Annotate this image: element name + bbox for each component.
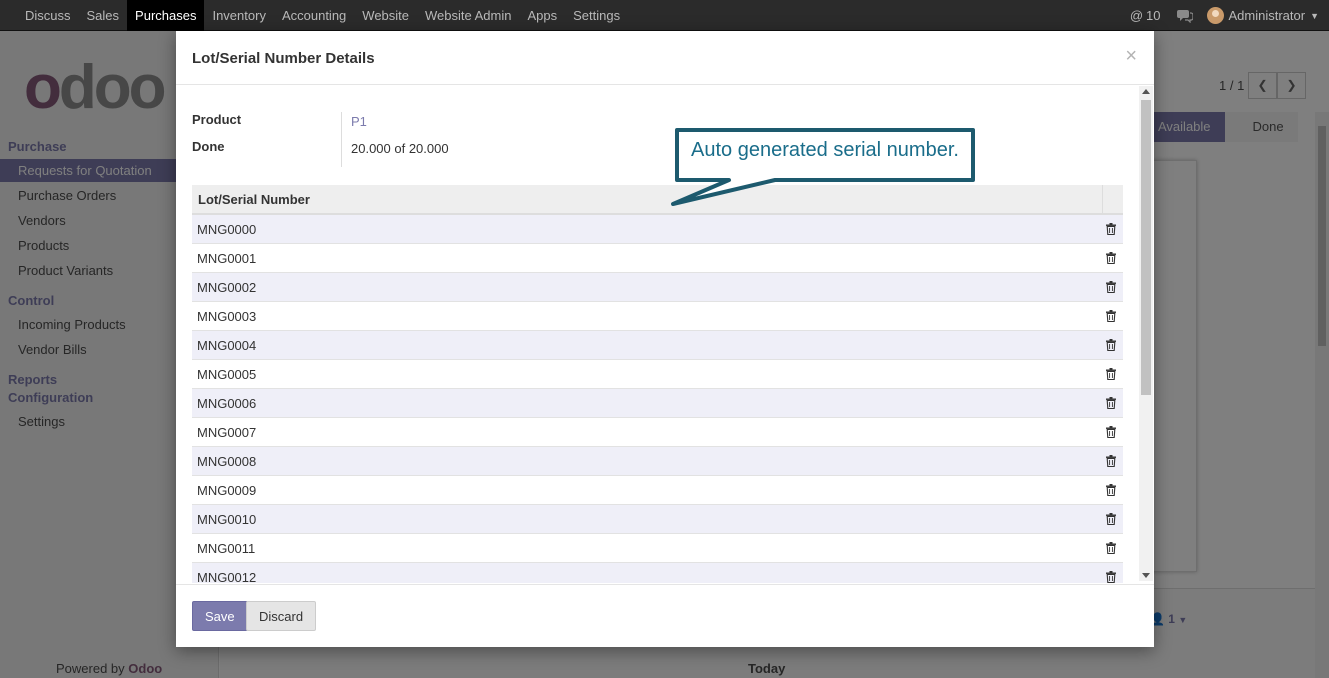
dialog-title: Lot/Serial Number Details [192, 50, 375, 67]
trash-icon[interactable] [1106, 223, 1116, 235]
app-menu: Discuss Sales Purchases Inventory Accoun… [17, 0, 628, 31]
dialog-footer: Save Discard [176, 584, 1154, 647]
done-label: Done [192, 139, 225, 154]
lot-serial-number[interactable]: MNG0008 [197, 454, 256, 469]
nav-settings[interactable]: Settings [565, 0, 628, 31]
trash-icon[interactable] [1106, 252, 1116, 264]
save-button[interactable]: Save [192, 601, 248, 631]
lot-serial-number[interactable]: MNG0009 [197, 483, 256, 498]
nav-website-admin[interactable]: Website Admin [417, 0, 519, 31]
table-body: MNG0000 MNG0001 MNG0002 MNG0003 MNG0004 MNG00… [192, 215, 1123, 583]
trash-icon[interactable] [1106, 542, 1116, 554]
table-row[interactable]: MNG0007 [192, 418, 1123, 447]
nav-apps[interactable]: Apps [519, 0, 565, 31]
table-row[interactable]: MNG0009 [192, 476, 1123, 505]
nav-website[interactable]: Website [354, 0, 417, 31]
table-header: Lot/Serial Number [192, 185, 1123, 215]
trash-icon[interactable] [1106, 571, 1116, 583]
table-row[interactable]: MNG0004 [192, 331, 1123, 360]
nav-inventory[interactable]: Inventory [204, 0, 273, 31]
nav-sales[interactable]: Sales [79, 0, 128, 31]
top-navbar: Discuss Sales Purchases Inventory Accoun… [0, 0, 1329, 31]
trash-icon[interactable] [1106, 455, 1116, 467]
table-row[interactable]: MNG0011 [192, 534, 1123, 563]
lot-serial-number[interactable]: MNG0001 [197, 251, 256, 266]
chat-bubble-icon[interactable] [1176, 9, 1193, 23]
lot-serial-dialog: Lot/Serial Number Details × Product P1 D… [176, 31, 1154, 647]
table-row[interactable]: MNG0006 [192, 389, 1123, 418]
lot-serial-number[interactable]: MNG0005 [197, 367, 256, 382]
dialog-scrollbar-thumb[interactable] [1141, 100, 1151, 395]
trash-icon[interactable] [1106, 513, 1116, 525]
trash-icon[interactable] [1106, 281, 1116, 293]
product-label: Product [192, 112, 242, 127]
nav-discuss[interactable]: Discuss [17, 0, 79, 31]
nav-accounting[interactable]: Accounting [274, 0, 354, 31]
scroll-up-arrow-icon[interactable] [1142, 89, 1150, 94]
nav-purchases[interactable]: Purchases [127, 0, 205, 31]
table-row[interactable]: MNG0012 [192, 563, 1123, 583]
lot-serial-number[interactable]: MNG0006 [197, 396, 256, 411]
lot-serial-number[interactable]: MNG0012 [197, 570, 256, 583]
lot-serial-number[interactable]: MNG0003 [197, 309, 256, 324]
at-icon: @ [1129, 8, 1144, 23]
lot-serial-number[interactable]: MNG0011 [197, 541, 255, 556]
annotation-text: Auto generated serial number. [691, 139, 959, 161]
table-row[interactable]: MNG0002 [192, 273, 1123, 302]
trash-icon[interactable] [1106, 339, 1116, 351]
lot-serial-number[interactable]: MNG0007 [197, 425, 256, 440]
close-icon[interactable]: × [1125, 45, 1137, 68]
trash-icon[interactable] [1106, 426, 1116, 438]
trash-icon[interactable] [1106, 484, 1116, 496]
mentions-count: 10 [1146, 8, 1161, 23]
avatar [1206, 7, 1224, 24]
table-row[interactable]: MNG0010 [192, 505, 1123, 534]
table-row[interactable]: MNG0003 [192, 302, 1123, 331]
lot-serial-number[interactable]: MNG0000 [197, 222, 256, 237]
dialog-scrollbar[interactable] [1139, 86, 1153, 581]
caret-down-icon: ▼ [1310, 10, 1319, 21]
callout-bubble-shape [671, 128, 975, 206]
trash-icon[interactable] [1106, 368, 1116, 380]
discard-button[interactable]: Discard [246, 601, 317, 631]
table-row[interactable]: MNG0008 [192, 447, 1123, 476]
field-separator [341, 112, 342, 167]
trash-icon[interactable] [1106, 310, 1116, 322]
lot-serial-column-header[interactable]: Lot/Serial Number [198, 192, 310, 207]
dialog-header: Lot/Serial Number Details × [176, 31, 1154, 85]
scroll-down-arrow-icon[interactable] [1142, 573, 1150, 578]
lot-serial-number[interactable]: MNG0002 [197, 280, 256, 295]
table-row[interactable]: MNG0001 [192, 244, 1123, 273]
table-row[interactable]: MNG0000 [192, 215, 1123, 244]
user-menu[interactable]: Administrator ▼ [1206, 7, 1319, 24]
dialog-body: Product P1 Done 20.000 of 20.000 Lot/Ser… [176, 86, 1154, 583]
table-row[interactable]: MNG0005 [192, 360, 1123, 389]
lot-serial-table: Lot/Serial Number MNG0000 MNG0001 MNG0002 M… [192, 185, 1123, 583]
lot-serial-number[interactable]: MNG0004 [197, 338, 256, 353]
navbar-right: @ 10 Administrator ▼ [1130, 0, 1319, 31]
done-value: 20.000 of 20.000 [351, 141, 449, 156]
trash-icon[interactable] [1106, 397, 1116, 409]
user-name: Administrator [1228, 8, 1306, 23]
lot-serial-number[interactable]: MNG0010 [197, 512, 256, 527]
annotation-callout: Auto generated serial number. [671, 126, 979, 206]
header-separator [1102, 185, 1103, 213]
mentions-counter[interactable]: @ 10 [1130, 8, 1161, 23]
product-value[interactable]: P1 [351, 114, 367, 129]
